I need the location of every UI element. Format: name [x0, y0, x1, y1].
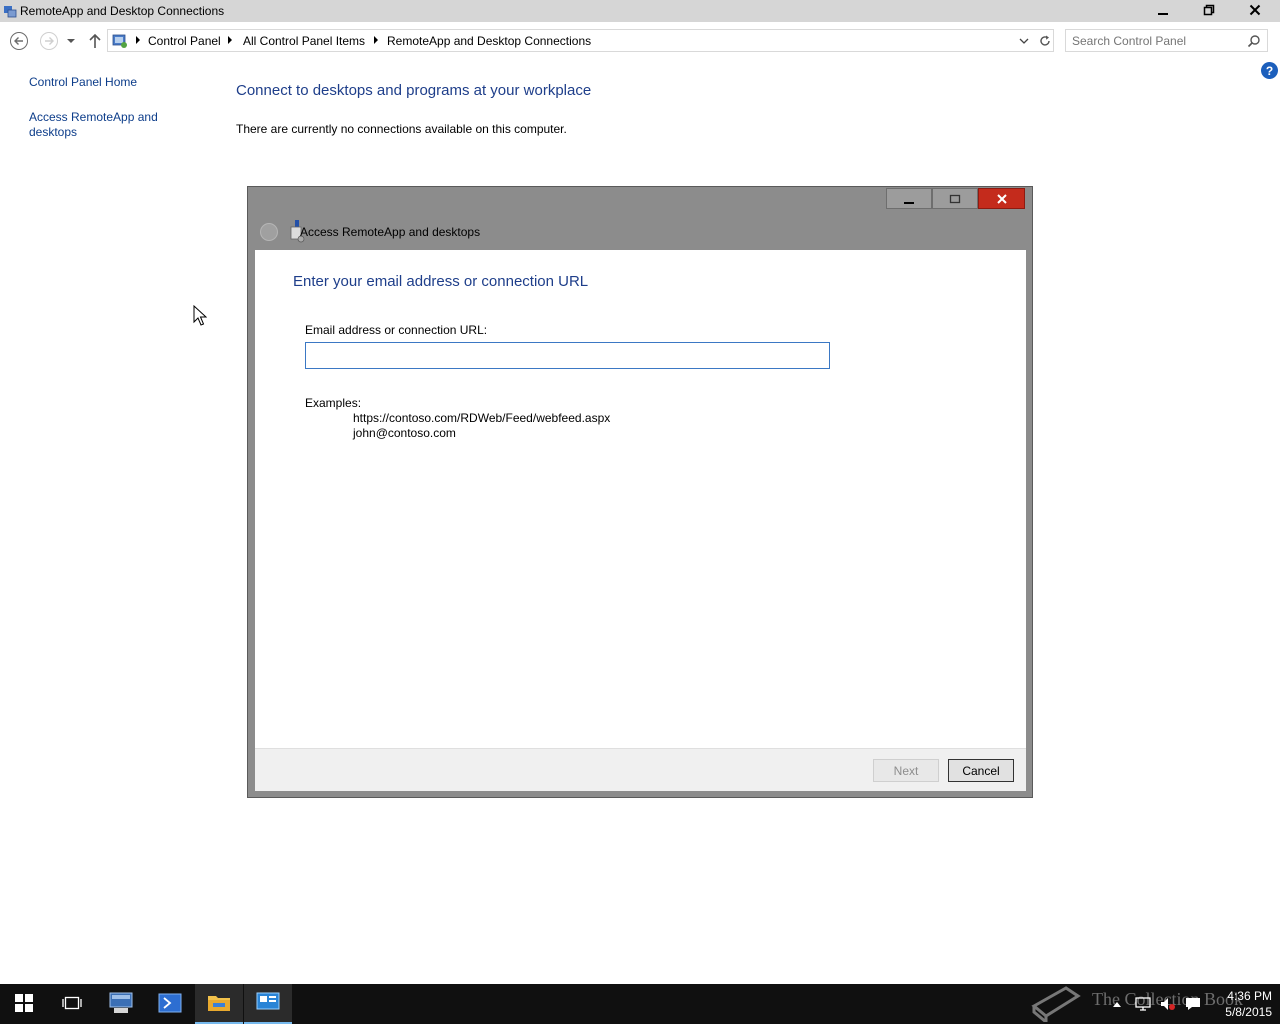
minimize-button[interactable] [1140, 0, 1186, 20]
dialog-footer: Next Cancel [255, 748, 1026, 791]
action-center-icon[interactable] [1183, 994, 1203, 1014]
breadcrumb-separator[interactable] [374, 36, 378, 44]
search-input[interactable] [1072, 33, 1242, 48]
sound-icon[interactable] [1158, 994, 1178, 1014]
example-url: https://contoso.com/RDWeb/Feed/webfeed.a… [353, 411, 611, 425]
left-navigation-pane: Control Panel Home Access RemoteApp and … [0, 60, 220, 984]
task-view-icon [62, 995, 82, 1014]
recent-locations-dropdown[interactable] [62, 30, 80, 52]
book-logo-icon [1030, 982, 1082, 1024]
next-button[interactable]: Next [873, 759, 939, 782]
address-bar[interactable]: Control Panel All Control Panel Items Re… [107, 29, 1054, 52]
forward-button[interactable] [38, 30, 60, 52]
breadcrumb-separator[interactable] [136, 36, 140, 44]
powershell-button[interactable] [146, 984, 194, 1024]
dialog-title: Access RemoteApp and desktops [300, 225, 481, 239]
breadcrumb-separator[interactable] [228, 36, 232, 44]
page-description: There are currently no connections avail… [236, 122, 567, 136]
window-title-bar: RemoteApp and Desktop Connections [0, 0, 1280, 22]
control-panel-icon [256, 992, 280, 1015]
control-panel-icon [112, 33, 128, 49]
search-box[interactable] [1065, 29, 1268, 52]
control-panel-home-link[interactable]: Control Panel Home [29, 75, 179, 90]
file-explorer-icon [207, 992, 231, 1015]
show-hidden-icons-button[interactable] [1107, 994, 1127, 1014]
remoteapp-icon [3, 4, 17, 18]
dialog-back-button[interactable] [260, 223, 278, 241]
server-manager-button[interactable] [97, 984, 145, 1024]
close-button[interactable] [1232, 0, 1278, 20]
file-explorer-button[interactable] [195, 984, 243, 1024]
example-email: john@contoso.com [353, 426, 456, 440]
clock-time: 4:36 PM [1227, 989, 1272, 1003]
chevron-down-icon[interactable] [1018, 35, 1030, 47]
connection-url-input[interactable] [305, 342, 830, 369]
access-remoteapp-dialog: Access RemoteApp and desktops Enter your… [247, 186, 1033, 798]
connection-url-label: Email address or connection URL: [305, 323, 488, 337]
start-icon [15, 993, 33, 1015]
clock-date: 5/8/2015 [1225, 1005, 1272, 1019]
breadcrumb-control-panel[interactable]: Control Panel [148, 34, 221, 48]
start-button[interactable] [0, 984, 48, 1024]
up-button[interactable] [84, 30, 106, 52]
taskbar: The Collection Book 4:36 PM 5/8/2015 [0, 984, 1280, 1024]
control-panel-taskbar-button[interactable] [244, 984, 292, 1024]
breadcrumb-remoteapp[interactable]: RemoteApp and Desktop Connections [387, 34, 591, 48]
refresh-icon[interactable] [1038, 34, 1052, 48]
mouse-cursor-icon [193, 304, 208, 327]
breadcrumb-all-items[interactable]: All Control Panel Items [243, 34, 365, 48]
restore-button[interactable] [1186, 0, 1232, 20]
help-button[interactable]: ? [1261, 62, 1278, 79]
navigation-bar: Control Panel All Control Panel Items Re… [0, 22, 1280, 60]
network-icon[interactable] [1133, 994, 1153, 1014]
dialog-maximize-button[interactable] [932, 188, 978, 209]
system-clock[interactable]: 4:36 PM 5/8/2015 [1210, 988, 1272, 1020]
powershell-icon [158, 992, 182, 1017]
examples-label: Examples: [305, 396, 362, 410]
cancel-button[interactable]: Cancel [948, 759, 1014, 782]
dialog-minimize-button[interactable] [886, 188, 932, 209]
back-button[interactable] [8, 30, 30, 52]
access-remoteapp-link[interactable]: Access RemoteApp and desktops [29, 110, 179, 140]
window-title: RemoteApp and Desktop Connections [20, 4, 225, 18]
task-view-button[interactable] [48, 984, 96, 1024]
server-manager-icon [108, 991, 134, 1018]
search-icon[interactable] [1247, 34, 1261, 48]
page-heading: Connect to desktops and programs at your… [236, 82, 592, 99]
dialog-heading: Enter your email address or connection U… [293, 273, 589, 290]
dialog-body: Enter your email address or connection U… [255, 250, 1026, 748]
dialog-close-button[interactable] [978, 188, 1025, 209]
help-icon: ? [1265, 63, 1274, 78]
